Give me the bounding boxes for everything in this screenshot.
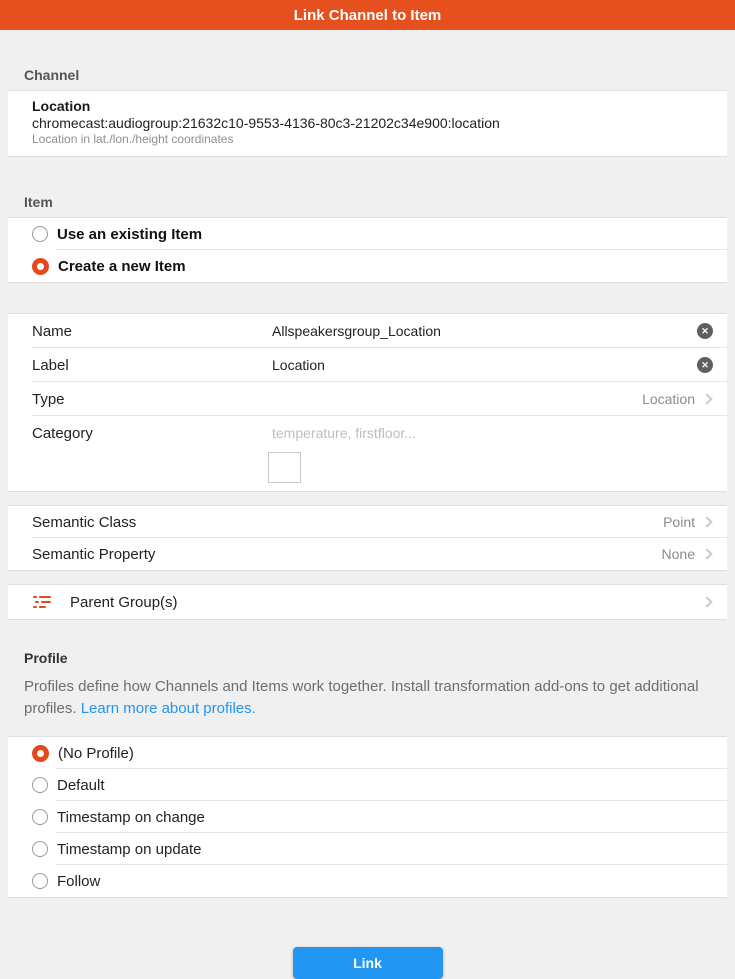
category-label: Category — [32, 425, 272, 442]
semantic-property-label: Semantic Property — [32, 546, 272, 563]
clear-label-icon[interactable]: ✕ — [697, 357, 713, 373]
radio-unselected-icon[interactable] — [32, 841, 48, 857]
radio-label: Timestamp on update — [57, 841, 202, 858]
dialog-footer: Link — [0, 947, 735, 979]
profiles-doc-link[interactable]: Learn more about profiles. — [81, 700, 256, 717]
clear-name-icon[interactable]: ✕ — [697, 323, 713, 339]
radio-timestamp-on-update[interactable]: Timestamp on update — [8, 833, 727, 865]
semantics-list: Semantic Class Point Semantic Property N… — [8, 505, 727, 571]
name-row: Name ✕ — [8, 314, 727, 348]
semantic-property-row[interactable]: Semantic Property None — [8, 538, 727, 570]
profile-description: Profiles define how Channels and Items w… — [24, 676, 711, 720]
category-input[interactable] — [272, 425, 713, 441]
label-input[interactable] — [272, 357, 697, 373]
semantic-class-row[interactable]: Semantic Class Point — [8, 506, 727, 538]
name-label: Name — [32, 323, 272, 340]
item-mode-list: Use an existing Item Create a new Item — [8, 217, 727, 283]
radio-label: Follow — [57, 873, 100, 890]
radio-label: (No Profile) — [58, 745, 134, 762]
radio-selected-icon[interactable] — [32, 258, 49, 275]
channel-description: Location in lat./lon./height coordinates — [32, 132, 703, 147]
semantic-property-value: None — [662, 546, 695, 562]
radio-follow-profile[interactable]: Follow — [8, 865, 727, 897]
radio-label: Default — [57, 777, 105, 794]
parent-groups-row[interactable]: Parent Group(s) — [8, 585, 727, 619]
radio-label: Use an existing Item — [57, 226, 202, 243]
radio-unselected-icon[interactable] — [32, 809, 48, 825]
channel-section-title: Channel — [24, 67, 711, 83]
label-label: Label — [32, 357, 272, 374]
profile-section-title: Profile — [24, 650, 711, 666]
radio-selected-icon[interactable] — [32, 745, 49, 762]
semantic-class-label: Semantic Class — [32, 514, 272, 531]
name-input[interactable] — [272, 323, 697, 339]
chevron-right-icon — [701, 393, 712, 404]
chevron-right-icon — [701, 596, 712, 607]
chevron-right-icon — [701, 548, 712, 559]
item-section-title: Item — [24, 194, 711, 210]
profile-list: (No Profile) Default Timestamp on change… — [8, 736, 727, 898]
link-button[interactable]: Link — [293, 947, 443, 979]
category-row: Category — [8, 416, 727, 491]
radio-create-new-item[interactable]: Create a new Item — [8, 250, 727, 282]
new-item-form: Name ✕ Label ✕ Type Location Category — [8, 313, 727, 492]
semantic-class-value: Point — [663, 514, 695, 530]
list-indent-icon — [32, 593, 52, 611]
radio-unselected-icon[interactable] — [32, 777, 48, 793]
dialog-title: Link Channel to Item — [294, 7, 442, 24]
channel-uid: chromecast:audiogroup:21632c10-9553-4136… — [32, 115, 703, 132]
radio-unselected-icon[interactable] — [32, 226, 48, 242]
radio-timestamp-on-change[interactable]: Timestamp on change — [8, 801, 727, 833]
label-row: Label ✕ — [8, 348, 727, 382]
type-row[interactable]: Type Location — [8, 382, 727, 416]
radio-unselected-icon[interactable] — [32, 873, 48, 889]
channel-card: Location chromecast:audiogroup:21632c10-… — [8, 90, 727, 157]
category-icon-preview[interactable] — [268, 452, 301, 483]
radio-use-existing-item[interactable]: Use an existing Item — [8, 218, 727, 250]
radio-label: Create a new Item — [58, 258, 186, 275]
type-label: Type — [32, 391, 272, 408]
radio-no-profile[interactable]: (No Profile) — [8, 737, 727, 769]
type-value: Location — [642, 391, 695, 407]
parent-groups-label: Parent Group(s) — [70, 594, 178, 611]
channel-name: Location — [32, 98, 703, 115]
chevron-right-icon — [701, 516, 712, 527]
dialog-titlebar: Link Channel to Item — [0, 0, 735, 30]
radio-default-profile[interactable]: Default — [8, 769, 727, 801]
radio-label: Timestamp on change — [57, 809, 205, 826]
parent-groups-card: Parent Group(s) — [8, 584, 727, 620]
